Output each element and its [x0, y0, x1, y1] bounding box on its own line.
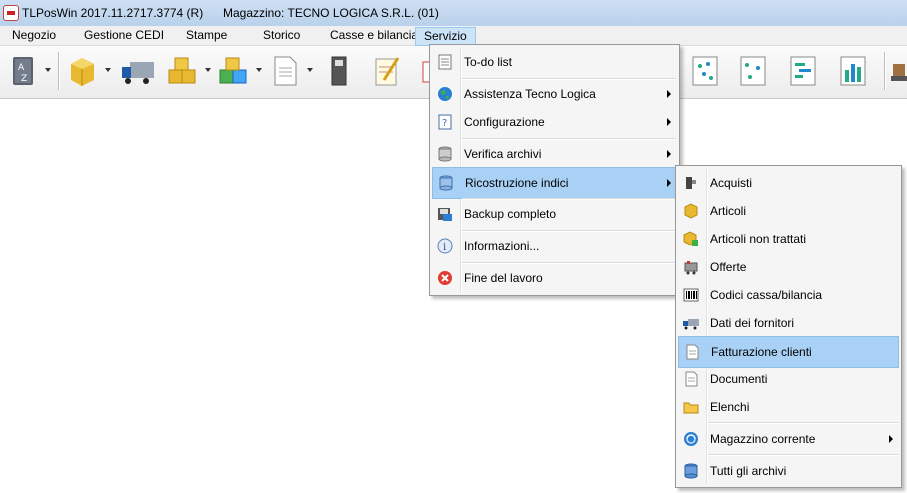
- svg-text:A: A: [18, 63, 25, 73]
- menu-storico[interactable]: Storico: [255, 26, 308, 45]
- configuration-icon: ?: [437, 114, 453, 130]
- chevron-right-icon: [667, 150, 671, 158]
- truck-icon: [683, 315, 699, 331]
- chevron-down-icon[interactable]: [105, 68, 111, 72]
- menu-item-label: Backup completo: [464, 207, 557, 221]
- menu-item-label: Magazzino corrente: [710, 432, 816, 446]
- chevron-down-icon[interactable]: [307, 68, 313, 72]
- submenu-item-documenti[interactable]: Documenti: [678, 364, 899, 394]
- submenu-item-codici-cassa-bilancia[interactable]: Codici cassa/bilancia: [678, 280, 899, 310]
- menu-item-label: Ricostruzione indici: [465, 176, 569, 190]
- chevron-down-icon[interactable]: [205, 68, 211, 72]
- scatter-report-icon[interactable]: [688, 54, 722, 88]
- color-boxes-icon[interactable]: [216, 54, 250, 88]
- menu-item-backup-completo[interactable]: Backup completo: [432, 199, 677, 229]
- menu-item-label: Fine del lavoro: [464, 271, 543, 285]
- bar-report-icon[interactable]: [836, 54, 870, 88]
- articles-box-icon[interactable]: [65, 54, 99, 88]
- notepad-icon[interactable]: [370, 54, 404, 88]
- app-icon[interactable]: [3, 5, 19, 21]
- menu-item-ricostruzione-indici[interactable]: Ricostruzione indici: [432, 167, 677, 199]
- exit-icon: [437, 270, 453, 286]
- chevron-right-icon: [667, 179, 671, 187]
- purchases-icon: [683, 175, 699, 191]
- menu-item-label: Articoli: [710, 204, 747, 218]
- menu-gestione-cedi[interactable]: Gestione CEDI: [76, 26, 172, 45]
- menu-negozio[interactable]: Negozio: [4, 26, 64, 45]
- document-icon[interactable]: [268, 54, 302, 88]
- menu-item-label: Dati dei fornitori: [710, 316, 795, 330]
- truck-icon[interactable]: [120, 54, 154, 88]
- document-icon: [683, 371, 699, 387]
- globe-icon: [437, 86, 453, 102]
- store-label: Magazzino: TECNO LOGICA S.R.L. (01): [223, 6, 439, 20]
- submenu-item-articoli[interactable]: Articoli: [678, 196, 899, 226]
- database-check-icon: [437, 146, 453, 162]
- menu-item-label: Tutti gli archivi: [710, 464, 787, 478]
- menu-item-todo-list[interactable]: To-do list: [432, 47, 677, 77]
- svg-text:?: ?: [442, 118, 447, 129]
- menu-bar: Negozio Gestione CEDI Stampe Storico Cas…: [0, 26, 907, 46]
- menu-item-label: Codici cassa/bilancia: [710, 288, 823, 302]
- menu-item-label: Verifica archivi: [464, 147, 542, 161]
- menu-item-label: Elenchi: [710, 400, 750, 414]
- menu-item-assistenza[interactable]: Assistenza Tecno Logica: [432, 79, 677, 109]
- svg-text:i: i: [443, 242, 446, 253]
- ricostruzione-submenu: Acquisti Articoli Articoli non trattati …: [675, 165, 902, 488]
- menu-item-label: Informazioni...: [464, 239, 540, 253]
- menu-item-fine-del-lavoro[interactable]: Fine del lavoro: [432, 263, 677, 293]
- menu-item-informazioni[interactable]: i Informazioni...: [432, 231, 677, 261]
- barcode-icon: [683, 287, 699, 303]
- menu-casse-e-bilancia[interactable]: Casse e bilancia: [322, 26, 426, 45]
- menu-item-label: Assistenza Tecno Logica: [464, 87, 596, 101]
- toolbar-separator: [58, 52, 60, 90]
- submenu-item-elenchi[interactable]: Elenchi: [678, 392, 899, 422]
- submenu-item-articoli-non-trattati[interactable]: Articoli non trattati: [678, 224, 899, 254]
- chevron-down-icon[interactable]: [45, 68, 51, 72]
- menu-item-label: Articoli non trattati: [710, 232, 807, 246]
- window-title: TLPosWin 2017.11.2717.3774 (R): [22, 6, 204, 20]
- folder-icon: [683, 399, 699, 415]
- submenu-item-tutti-gli-archivi[interactable]: Tutti gli archivi: [678, 456, 899, 486]
- menu-item-configurazione[interactable]: ? Configurazione: [432, 107, 677, 137]
- all-archives-icon: [683, 463, 699, 479]
- offers-icon: [683, 259, 699, 275]
- stamp-icon[interactable]: [890, 54, 907, 88]
- info-icon: i: [437, 238, 453, 254]
- svg-text:Z: Z: [21, 74, 27, 84]
- menu-item-label: Offerte: [710, 260, 747, 274]
- invoice-icon: [684, 344, 700, 360]
- boxes-icon[interactable]: [165, 54, 199, 88]
- submenu-item-acquisti[interactable]: Acquisti: [678, 168, 899, 198]
- database-index-icon: [438, 175, 454, 191]
- menu-stampe[interactable]: Stampe: [178, 26, 235, 45]
- backup-icon: [437, 206, 453, 222]
- chevron-down-icon[interactable]: [256, 68, 262, 72]
- menu-item-label: Acquisti: [710, 176, 753, 190]
- chevron-right-icon: [889, 435, 893, 443]
- warehouse-sync-icon: [683, 431, 699, 447]
- chevron-right-icon: [667, 90, 671, 98]
- az-sort-icon[interactable]: AZ: [6, 54, 40, 88]
- menu-item-label: Documenti: [710, 372, 768, 386]
- menu-item-label: Fatturazione clienti: [711, 345, 812, 359]
- chart-report-icon[interactable]: [736, 54, 770, 88]
- binder-icon[interactable]: [322, 54, 356, 88]
- articles-icon: [683, 203, 699, 219]
- menu-item-label: Configurazione: [464, 115, 545, 129]
- servizio-menu: To-do list Assistenza Tecno Logica ? Con…: [429, 44, 680, 296]
- submenu-item-dati-dei-fornitori[interactable]: Dati dei fornitori: [678, 308, 899, 338]
- submenu-item-magazzino-corrente[interactable]: Magazzino corrente: [678, 424, 899, 454]
- menu-item-verifica-archivi[interactable]: Verifica archivi: [432, 139, 677, 169]
- gantt-report-icon[interactable]: [786, 54, 820, 88]
- menu-item-label: To-do list: [464, 55, 513, 69]
- title-bar: TLPosWin 2017.11.2717.3774 (R) Magazzino…: [0, 0, 907, 27]
- todo-list-icon: [437, 54, 453, 70]
- toolbar-separator: [884, 52, 886, 90]
- articles-add-icon: [683, 231, 699, 247]
- chevron-right-icon: [667, 118, 671, 126]
- submenu-item-offerte[interactable]: Offerte: [678, 252, 899, 282]
